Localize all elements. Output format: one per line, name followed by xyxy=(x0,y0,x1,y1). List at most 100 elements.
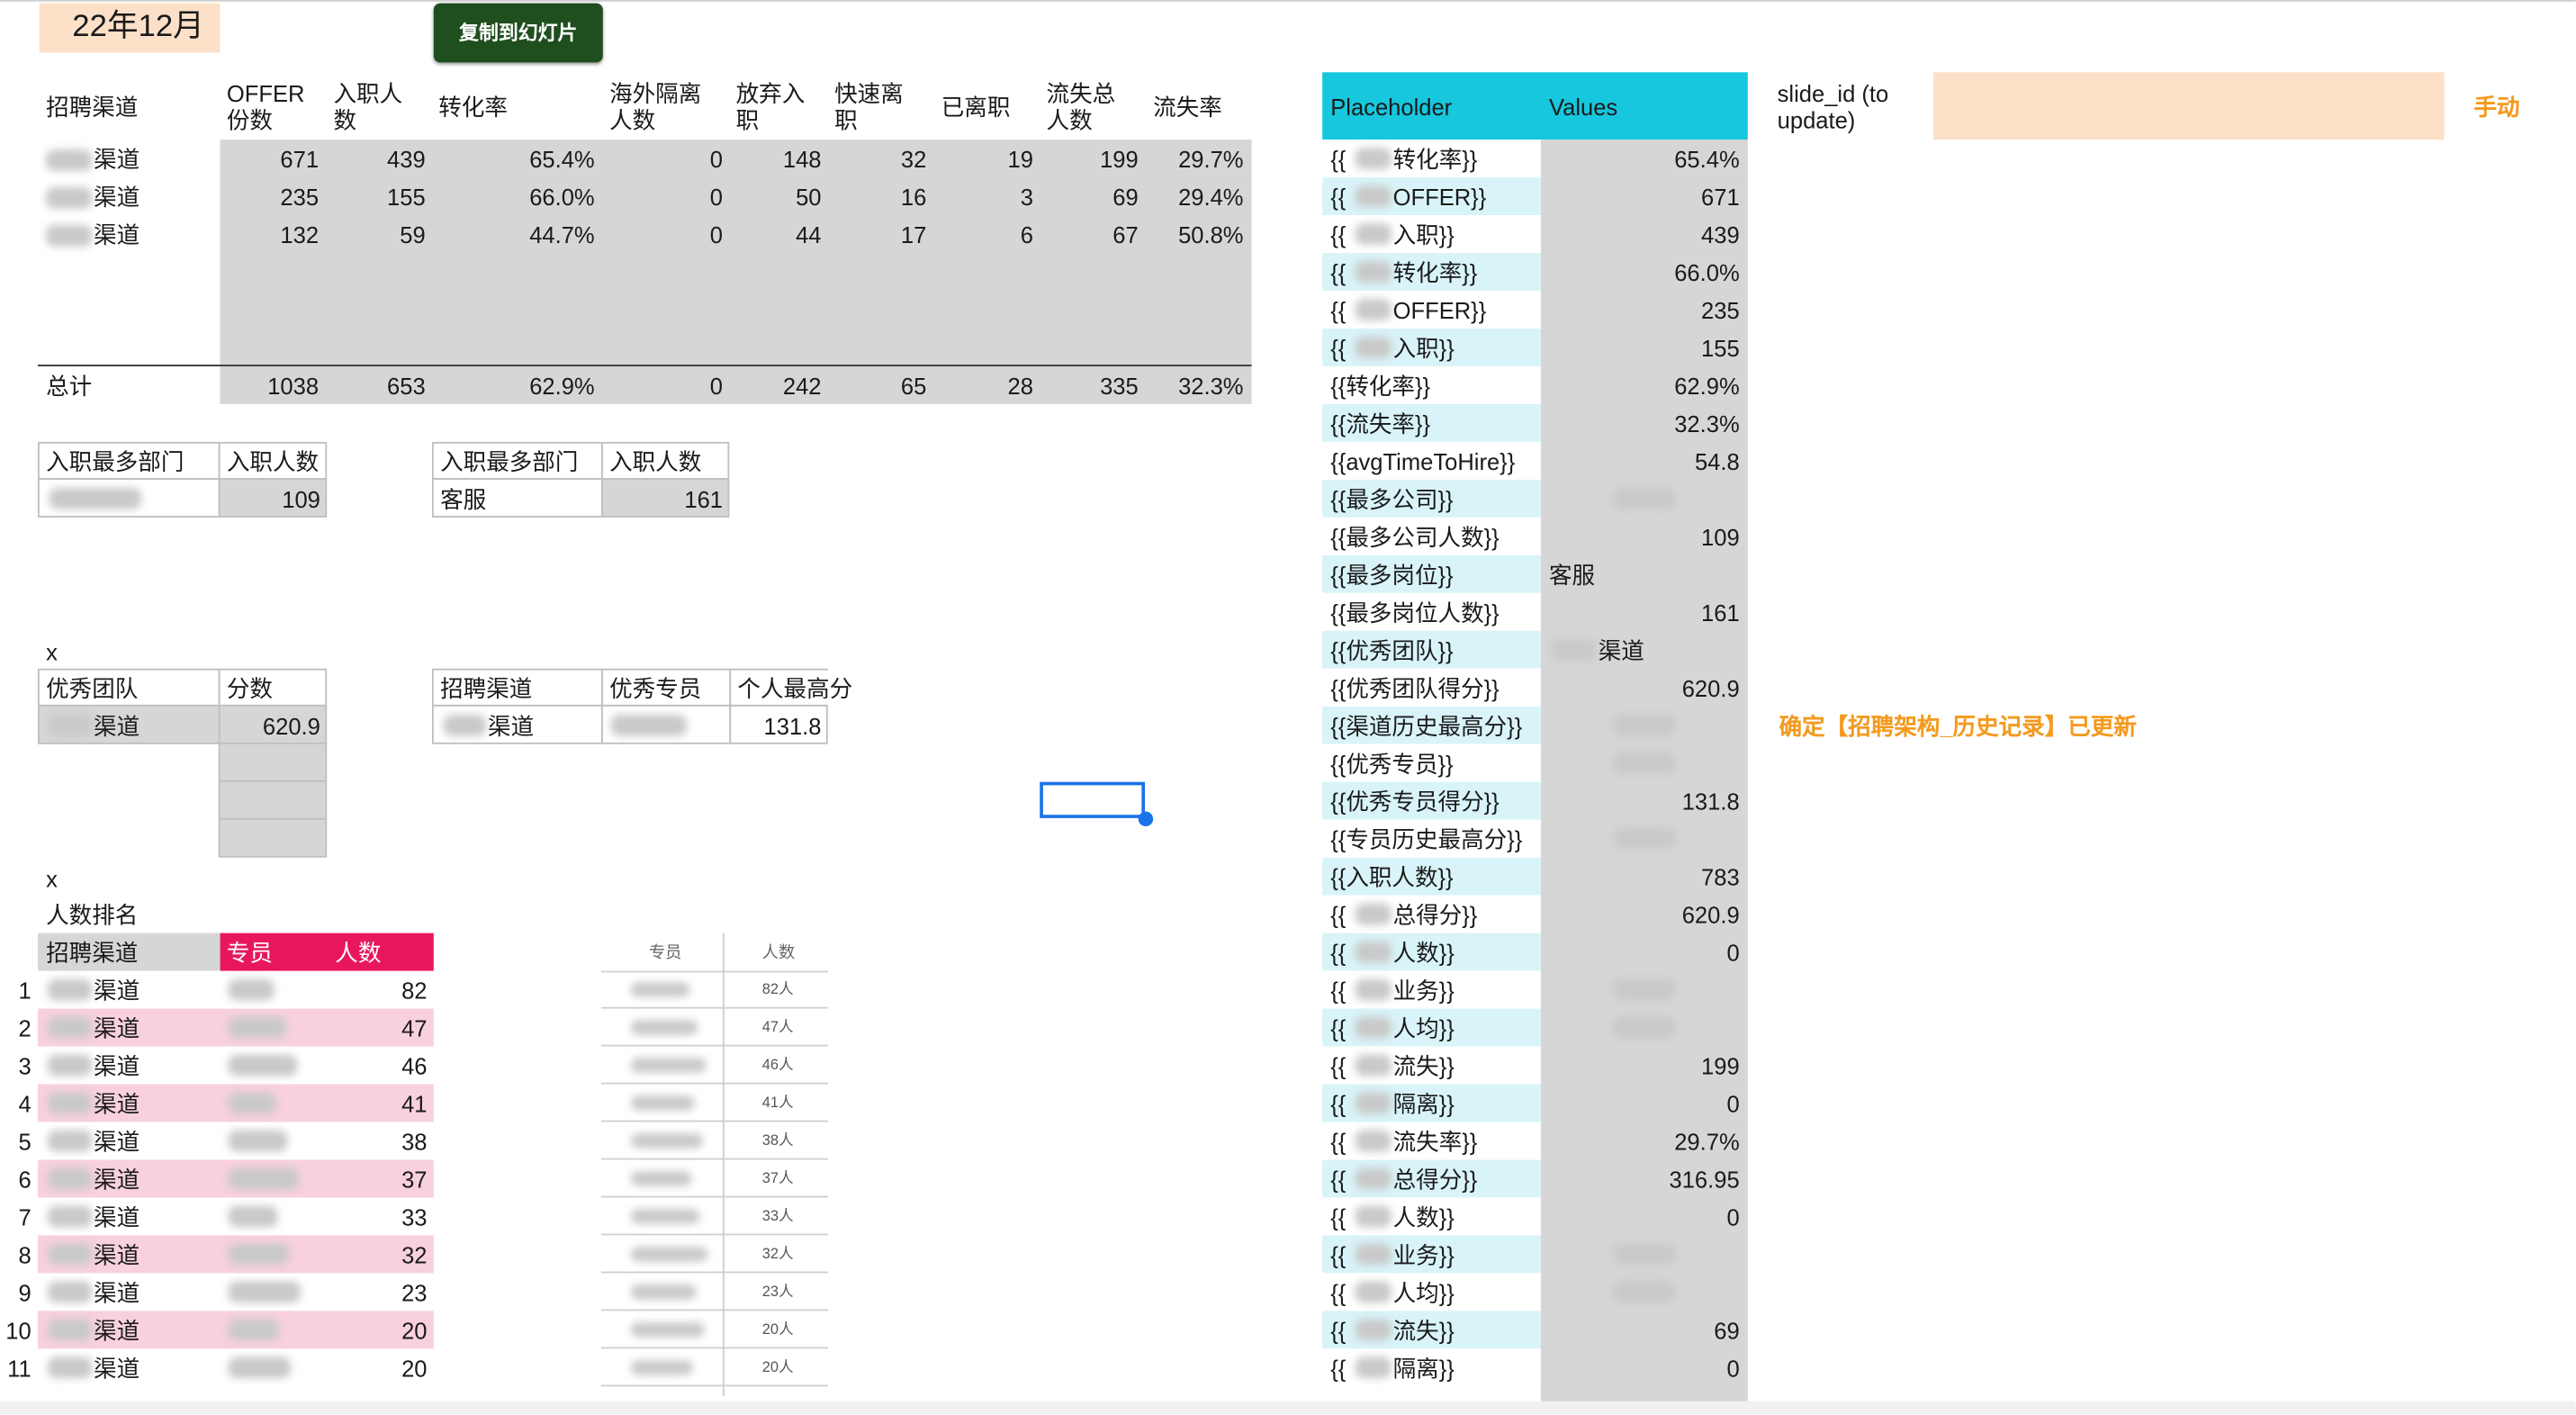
redacted-text xyxy=(228,1319,280,1341)
redacted-text xyxy=(47,1319,93,1341)
mini-count-value: 20人 xyxy=(761,1358,794,1375)
cell-loss-rate: 50.8% xyxy=(1178,221,1244,248)
placeholder-name: 总得分}} xyxy=(1392,901,1478,929)
count-value: 20 xyxy=(401,1317,428,1344)
placeholder-value: 161 xyxy=(1701,599,1740,626)
mini-count-value: 37人 xyxy=(761,1169,794,1186)
redacted-text xyxy=(1355,223,1392,245)
placeholder-name: 隔离}} xyxy=(1392,1355,1455,1382)
header-left: 已离职 xyxy=(941,94,1011,121)
dept-header: 入职最多部门 xyxy=(46,448,185,475)
placeholder-name: 转化率}} xyxy=(1392,146,1478,173)
cell-offer: 132 xyxy=(280,221,320,248)
header-conversion: 转化率 xyxy=(438,94,508,121)
values-header: Values xyxy=(1548,94,1618,121)
redacted-text xyxy=(630,1284,697,1300)
placeholder-prefix: {{ xyxy=(1330,1355,1347,1382)
count-value: 47 xyxy=(401,1014,428,1042)
header-loss-total: 流失总 人数 xyxy=(1046,80,1116,133)
cell-abandon: 44 xyxy=(796,221,822,248)
mini-row-line xyxy=(600,1309,828,1311)
placeholder-name: {{优秀团队}} xyxy=(1330,637,1454,664)
rank-number: 10 xyxy=(5,1317,32,1344)
redacted-text xyxy=(47,978,93,1001)
redacted-text xyxy=(228,1243,290,1266)
redacted-text xyxy=(1613,752,1676,774)
redacted-text xyxy=(630,1360,694,1375)
redacted-text xyxy=(49,488,141,509)
mini-count-value: 32人 xyxy=(761,1245,794,1262)
mini-count-value: 82人 xyxy=(761,980,794,997)
total-label: 总计 xyxy=(46,373,93,400)
top-score-header: 个人最高分 xyxy=(737,675,853,702)
placeholder-name: 总得分}} xyxy=(1392,1166,1478,1193)
placeholder-name: {{入职人数}} xyxy=(1330,863,1454,891)
placeholder-prefix: {{ xyxy=(1330,1279,1347,1306)
placeholder-header: Placeholder xyxy=(1330,94,1453,121)
horizontal-scrollbar[interactable] xyxy=(0,1401,2576,1415)
redacted-text xyxy=(610,714,687,736)
placeholder-name: {{最多岗位人数}} xyxy=(1330,599,1500,626)
rank-number: 8 xyxy=(18,1241,32,1268)
channel-name: 渠道 xyxy=(94,1128,140,1155)
placeholder-value: 131.8 xyxy=(1681,789,1740,816)
cell-conversion: 44.7% xyxy=(529,221,595,248)
mini-row-line xyxy=(600,1006,828,1009)
redacted-text xyxy=(1355,1319,1392,1341)
count-value: 32 xyxy=(401,1241,428,1268)
placeholder-prefix: {{ xyxy=(1330,1014,1347,1042)
redacted-text xyxy=(228,1167,300,1190)
specialist-header: 专员 xyxy=(226,939,273,967)
channel-name: 渠道 xyxy=(94,184,140,211)
redacted-text xyxy=(630,982,690,997)
redacted-text xyxy=(1550,638,1597,661)
placeholder-name: OFFER}} xyxy=(1392,184,1487,211)
placeholder-name: 入职}} xyxy=(1392,221,1455,248)
channel-name: 渠道 xyxy=(94,1203,140,1230)
redacted-text xyxy=(47,1205,93,1228)
total-quick-leave: 65 xyxy=(900,373,927,400)
placeholder-name: {{专员历史最高分}} xyxy=(1330,825,1523,853)
channel-name: 渠道 xyxy=(94,1241,140,1268)
cell-left: 19 xyxy=(1007,146,1033,173)
redacted-text xyxy=(1355,978,1392,1001)
count-value: 46 xyxy=(401,1052,428,1080)
dept-name: 客服 xyxy=(440,486,487,513)
total-loss-rate: 32.3% xyxy=(1178,373,1244,400)
hired-header: 入职人数 xyxy=(226,448,320,475)
placeholder-value: 199 xyxy=(1701,1052,1740,1080)
placeholder-prefix: {{ xyxy=(1330,1203,1347,1230)
rank-number: 1 xyxy=(18,977,32,1005)
mini-count-value: 38人 xyxy=(761,1131,794,1149)
channel-name: 渠道 xyxy=(94,146,140,173)
placeholder-value: 235 xyxy=(1701,297,1740,324)
month-label-cell[interactable]: 22年12月 xyxy=(39,3,221,53)
placeholder-name: 人数}} xyxy=(1392,1203,1455,1230)
cell-hired: 439 xyxy=(387,146,426,173)
mini-row-line xyxy=(600,1271,828,1274)
placeholder-prefix: {{ xyxy=(1330,901,1347,929)
mini-count-value: 33人 xyxy=(761,1207,794,1224)
cell-hired: 155 xyxy=(387,184,426,211)
placeholder-prefix: {{ xyxy=(1330,335,1347,362)
rank-number: 5 xyxy=(18,1128,32,1155)
placeholder-value: 109 xyxy=(1701,524,1740,551)
placeholder-prefix: {{ xyxy=(1330,1241,1347,1268)
header-hired: 入职人 数 xyxy=(333,80,403,133)
specialist-score: 131.8 xyxy=(763,713,822,740)
redacted-text xyxy=(228,1356,292,1379)
cell-loss-rate: 29.7% xyxy=(1178,146,1244,173)
redacted-text xyxy=(47,1130,93,1152)
placeholder-value: 62.9% xyxy=(1674,373,1740,400)
redacted-text xyxy=(1355,1167,1392,1190)
selected-cell[interactable] xyxy=(1040,781,1146,818)
fill-handle[interactable] xyxy=(1138,811,1154,826)
placeholder-prefix: {{ xyxy=(1330,1317,1347,1344)
dept-hired-value: 109 xyxy=(282,486,320,513)
redacted-text xyxy=(1355,1356,1392,1379)
slide-id-input[interactable] xyxy=(1933,72,2445,140)
copy-to-slides-button[interactable]: 复制到幻灯片 xyxy=(433,3,603,63)
placeholder-name: {{流失率}} xyxy=(1330,410,1431,437)
redacted-text xyxy=(47,1281,93,1303)
redacted-text xyxy=(1613,1281,1676,1303)
